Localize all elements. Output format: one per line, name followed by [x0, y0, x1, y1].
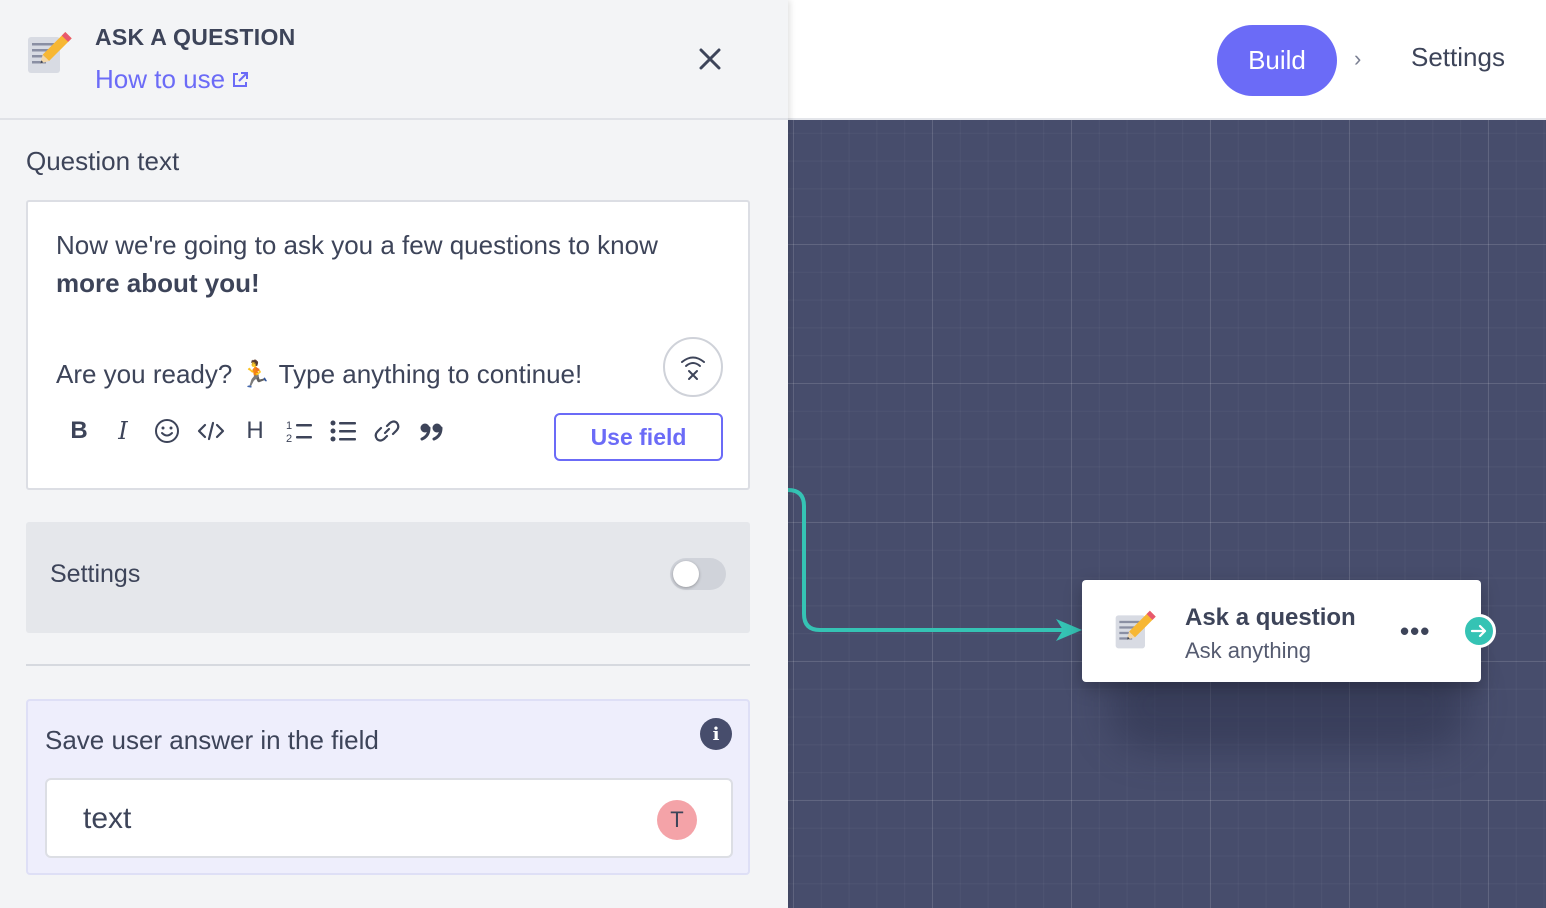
heading-button[interactable]: H — [240, 416, 270, 446]
formatting-toolbar: B I H 1 2 — [64, 416, 446, 446]
settings-toggle[interactable] — [670, 558, 726, 590]
settings-tab[interactable]: Settings — [1411, 42, 1505, 73]
flow-connector — [788, 488, 1082, 641]
top-bar: Build › Settings — [788, 0, 1546, 120]
connection-off-button[interactable] — [663, 337, 723, 397]
arrow-right-icon — [1470, 624, 1487, 638]
node-title: Ask a question — [1185, 604, 1356, 631]
bold-button[interactable]: B — [64, 416, 94, 446]
code-button[interactable] — [196, 416, 226, 446]
question-text-label: Question text — [26, 146, 180, 176]
panel-header: ASK A QUESTION How to use — [0, 0, 788, 120]
field-select[interactable]: text T — [45, 778, 733, 858]
bullet-list-button[interactable] — [328, 416, 358, 446]
wifi-off-icon — [681, 356, 705, 380]
svg-text:2: 2 — [286, 433, 292, 445]
flow-canvas[interactable]: Ask a question Ask anything ••• — [788, 120, 1546, 908]
close-button[interactable] — [693, 42, 727, 76]
quote-button[interactable] — [416, 416, 446, 446]
code-icon — [197, 421, 225, 441]
ordered-list-icon: 1 2 — [286, 420, 312, 445]
memo-pencil-icon — [1115, 610, 1156, 649]
question-text-line1: Now we're going to ask you a few questio… — [56, 230, 658, 260]
italic-button[interactable]: I — [108, 416, 138, 446]
svg-text:1: 1 — [286, 420, 292, 432]
how-to-use-link[interactable]: How to use — [95, 64, 249, 95]
panel-title: ASK A QUESTION — [95, 24, 296, 50]
link-icon — [374, 420, 400, 442]
field-type-badge: T — [657, 800, 697, 840]
how-to-use-label: How to use — [95, 64, 226, 94]
info-icon[interactable]: i — [700, 718, 732, 750]
breadcrumb-separator: › — [1354, 46, 1362, 71]
emoji-button[interactable] — [152, 416, 182, 446]
build-button[interactable]: Build — [1217, 25, 1337, 96]
memo-pencil-icon — [28, 32, 72, 73]
external-link-icon — [233, 71, 249, 87]
link-button[interactable] — [372, 416, 402, 446]
bullet-list-icon — [330, 420, 356, 442]
save-answer-section: Save user answer in the field i text T — [26, 699, 750, 875]
close-icon — [699, 48, 721, 70]
smiley-icon — [155, 419, 179, 443]
question-text-bold: more about you! — [56, 268, 260, 298]
question-text-content[interactable]: Now we're going to ask you a few questio… — [56, 226, 676, 302]
node-menu-button[interactable]: ••• — [1400, 616, 1430, 647]
ask-question-node[interactable]: Ask a question Ask anything ••• — [1082, 580, 1496, 682]
question-text-editor[interactable]: Now we're going to ask you a few questio… — [26, 200, 750, 490]
node-output-handle[interactable] — [1462, 614, 1496, 648]
ordered-list-button[interactable]: 1 2 — [284, 416, 314, 446]
toggle-knob — [673, 561, 699, 587]
quote-icon — [420, 423, 443, 441]
section-divider — [26, 664, 750, 666]
block-settings-panel: ASK A QUESTION How to use Question text … — [0, 0, 788, 908]
use-field-button[interactable]: Use field — [554, 413, 723, 461]
question-text-line3: Are you ready? 🏃 Type anything to contin… — [56, 359, 583, 389]
field-value: text — [83, 802, 132, 835]
node-subtitle: Ask anything — [1185, 638, 1311, 663]
settings-label: Settings — [50, 560, 141, 588]
save-answer-label: Save user answer in the field — [45, 725, 379, 755]
settings-section: Settings — [26, 522, 750, 633]
